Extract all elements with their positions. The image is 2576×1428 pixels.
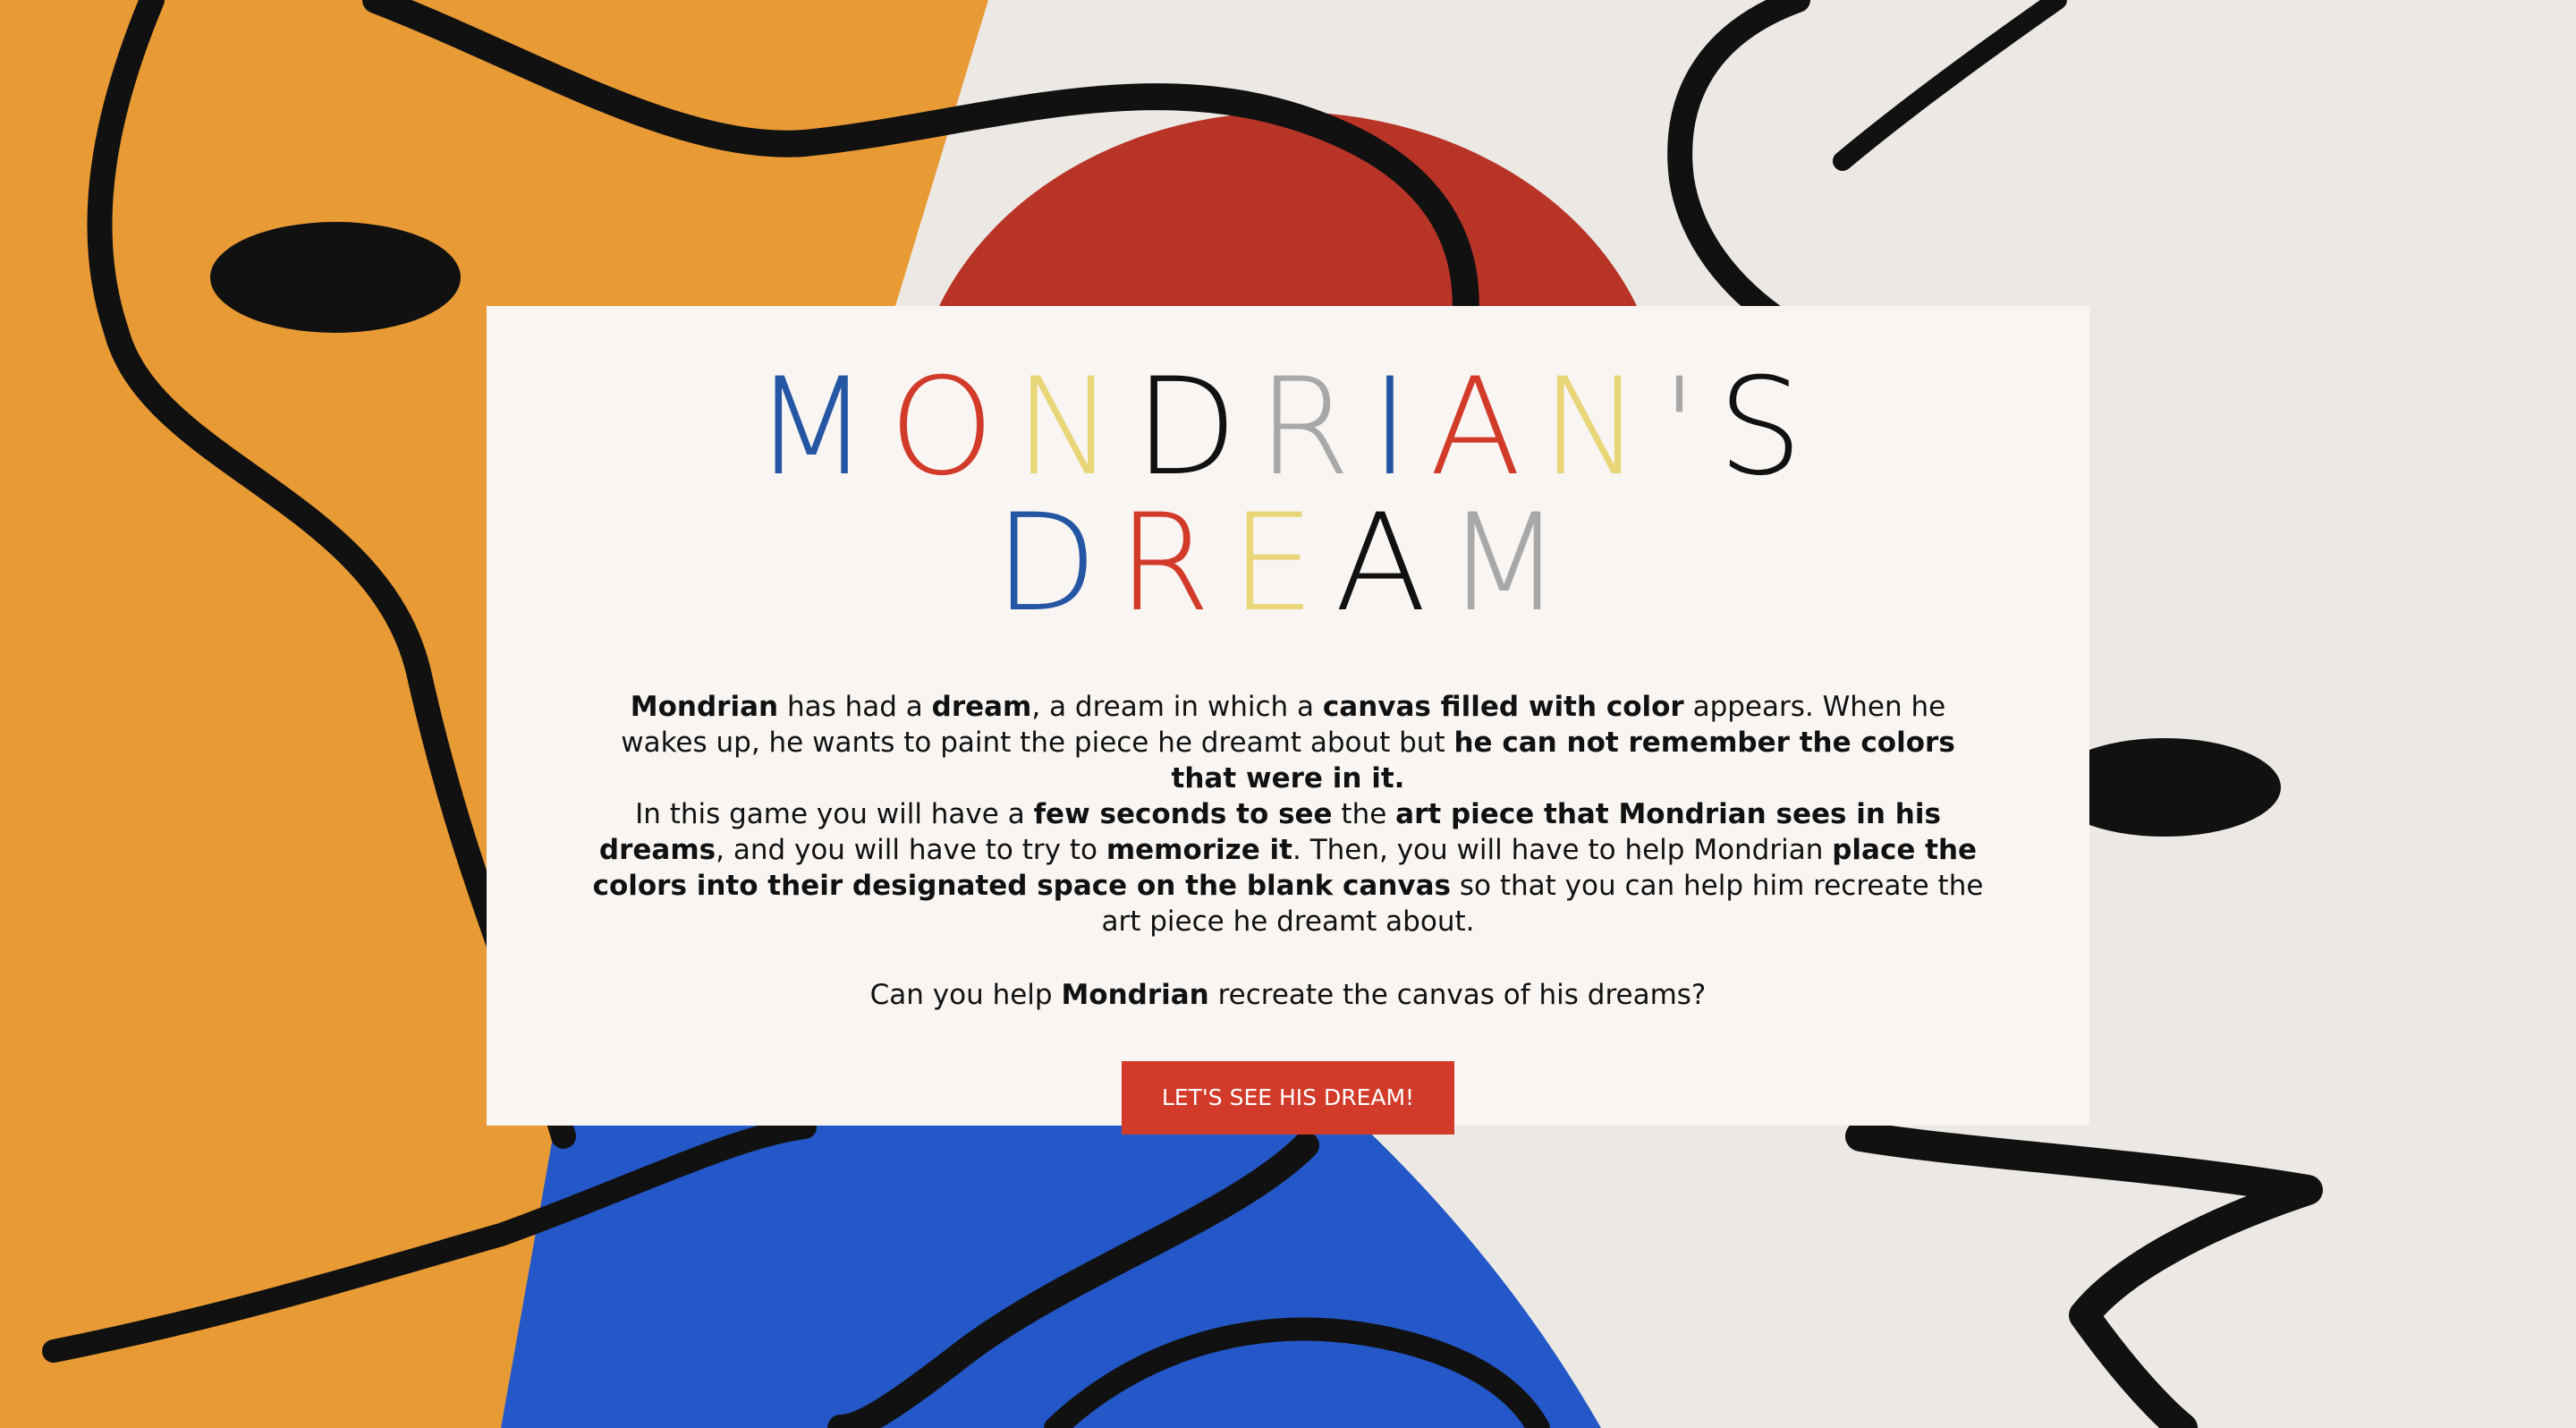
intro-text-span: has had a [778, 691, 932, 723]
game-title: MONDRIAN'S DREAM [487, 306, 2089, 632]
title-letter: M [1445, 486, 1582, 642]
intro-paragraph-rules: In this game you will have a few seconds… [590, 796, 1986, 939]
intro-bold-text: memorize it [1106, 834, 1292, 866]
background-eye-left [210, 222, 461, 333]
title-letter: ' [1661, 350, 1718, 506]
start-game-button[interactable]: LET'S SEE HIS DREAM! [1122, 1061, 1454, 1135]
title-letter: S [1717, 350, 1823, 506]
intro-text-span: , and you will have to try to [716, 834, 1106, 866]
intro-card: MONDRIAN'S DREAM Mondrian has had a drea… [487, 306, 2089, 1135]
title-letter: R [1257, 350, 1370, 506]
title-letter: D [994, 486, 1118, 642]
title-letter: R [1117, 486, 1231, 642]
intro-text-span: . Then, you will have to help Mondrian [1292, 834, 1833, 866]
title-letter: E [1230, 486, 1335, 642]
title-letter: M [753, 350, 889, 506]
intro-paragraph-story: Mondrian has had a dream, a dream in whi… [590, 689, 1986, 796]
title-letter: O [888, 350, 1014, 506]
intro-bold-text: few seconds to see [1033, 798, 1333, 830]
intro-text: Mondrian has had a dream, a dream in whi… [590, 689, 1986, 939]
intro-bold-text: dream [931, 691, 1032, 723]
intro-text-span: In this game you will have a [635, 798, 1034, 830]
page: MONDRIAN'S DREAM Mondrian has had a drea… [0, 0, 2576, 1428]
title-letter: N [1013, 350, 1135, 506]
title-letter: I [1369, 350, 1430, 506]
intro-question: Can you help Mondrian recreate the canva… [487, 977, 2089, 1013]
title-line-mondrians: MONDRIAN'S [487, 360, 2089, 496]
title-letter: D [1134, 350, 1258, 506]
intro-bold-text: Mondrian [630, 691, 779, 723]
question-bold-text: Mondrian [1061, 979, 1209, 1011]
title-line-dream: DREAM [487, 496, 2089, 632]
question-text-span: Can you help [869, 979, 1062, 1011]
intro-bold-text: canvas filled with color [1322, 691, 1684, 723]
intro-text-span: the [1332, 798, 1396, 830]
question-text-span: recreate the canvas of his dreams? [1208, 979, 1707, 1011]
title-letter: A [1335, 486, 1446, 642]
title-letter: A [1429, 350, 1541, 506]
intro-text-span: , a dream in which a [1031, 691, 1323, 723]
title-letter: N [1540, 350, 1662, 506]
